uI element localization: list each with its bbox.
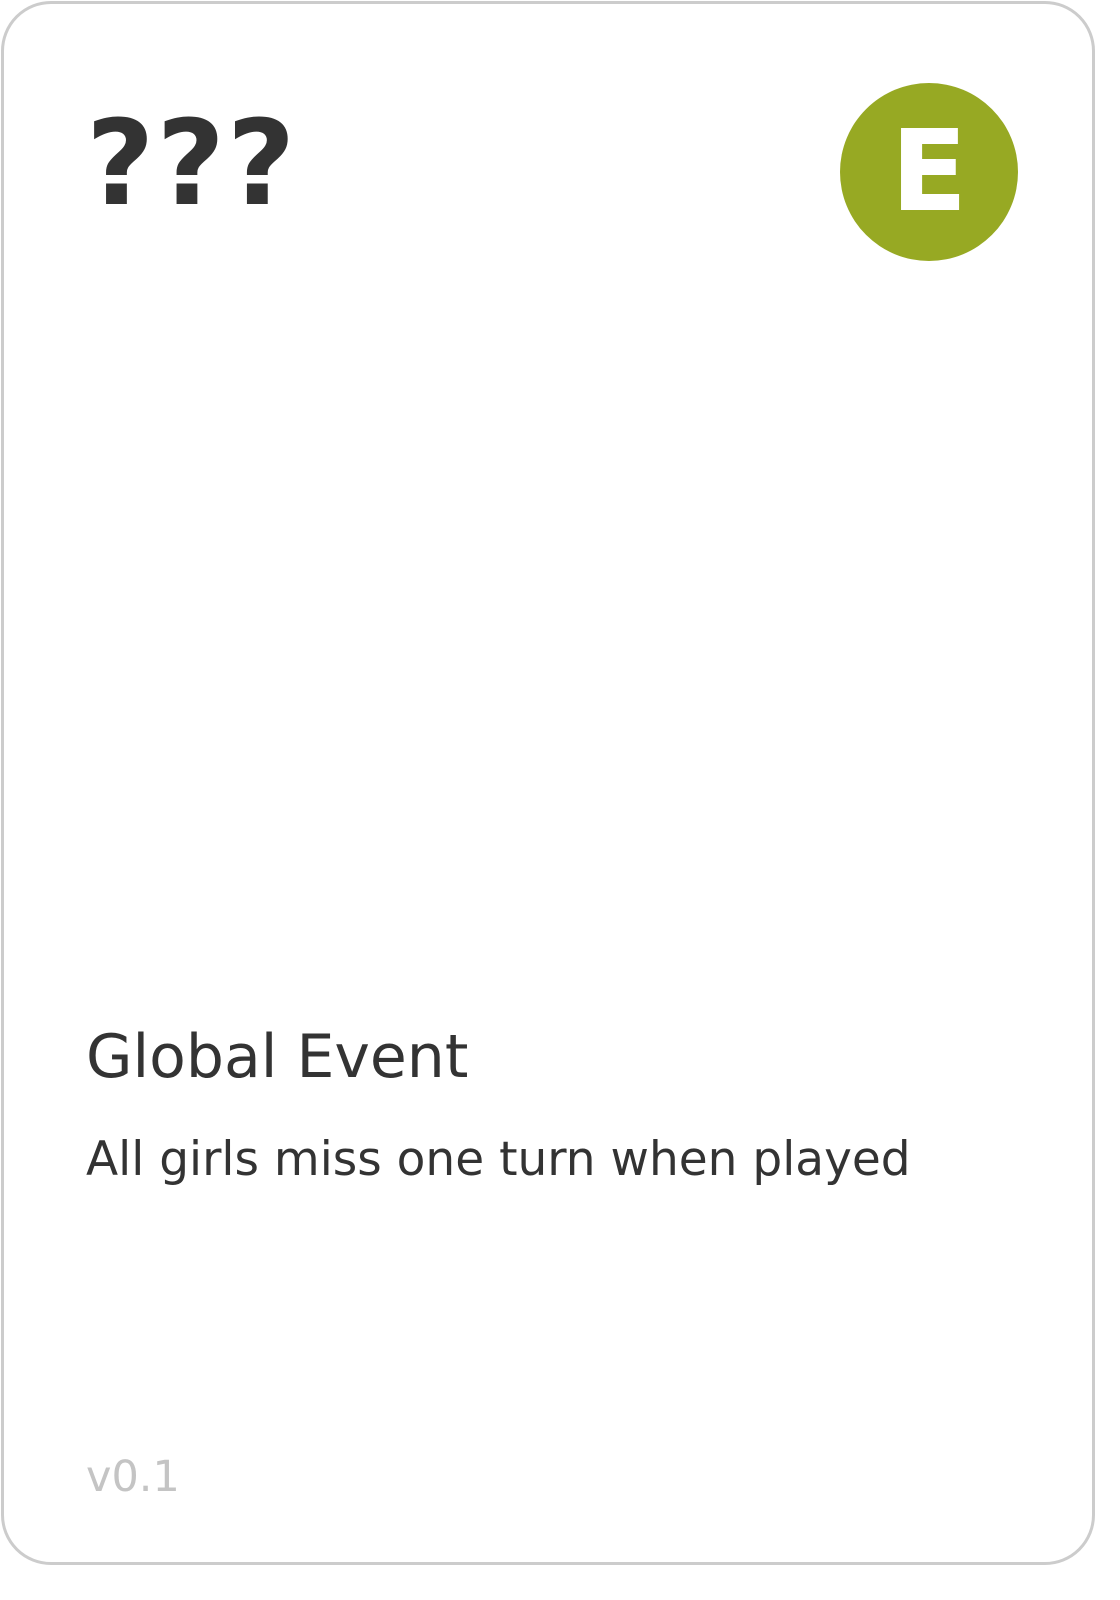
event-type-badge-letter: E [890, 107, 968, 237]
event-type-badge: E [840, 83, 1018, 261]
game-card: ??? E Global Event All girls miss one tu… [1, 1, 1095, 1565]
card-effect-description: All girls miss one turn when played [86, 1132, 911, 1187]
version-label: v0.1 [86, 1452, 180, 1502]
event-type-heading: Global Event [86, 1022, 469, 1092]
card-title: ??? [86, 94, 298, 232]
